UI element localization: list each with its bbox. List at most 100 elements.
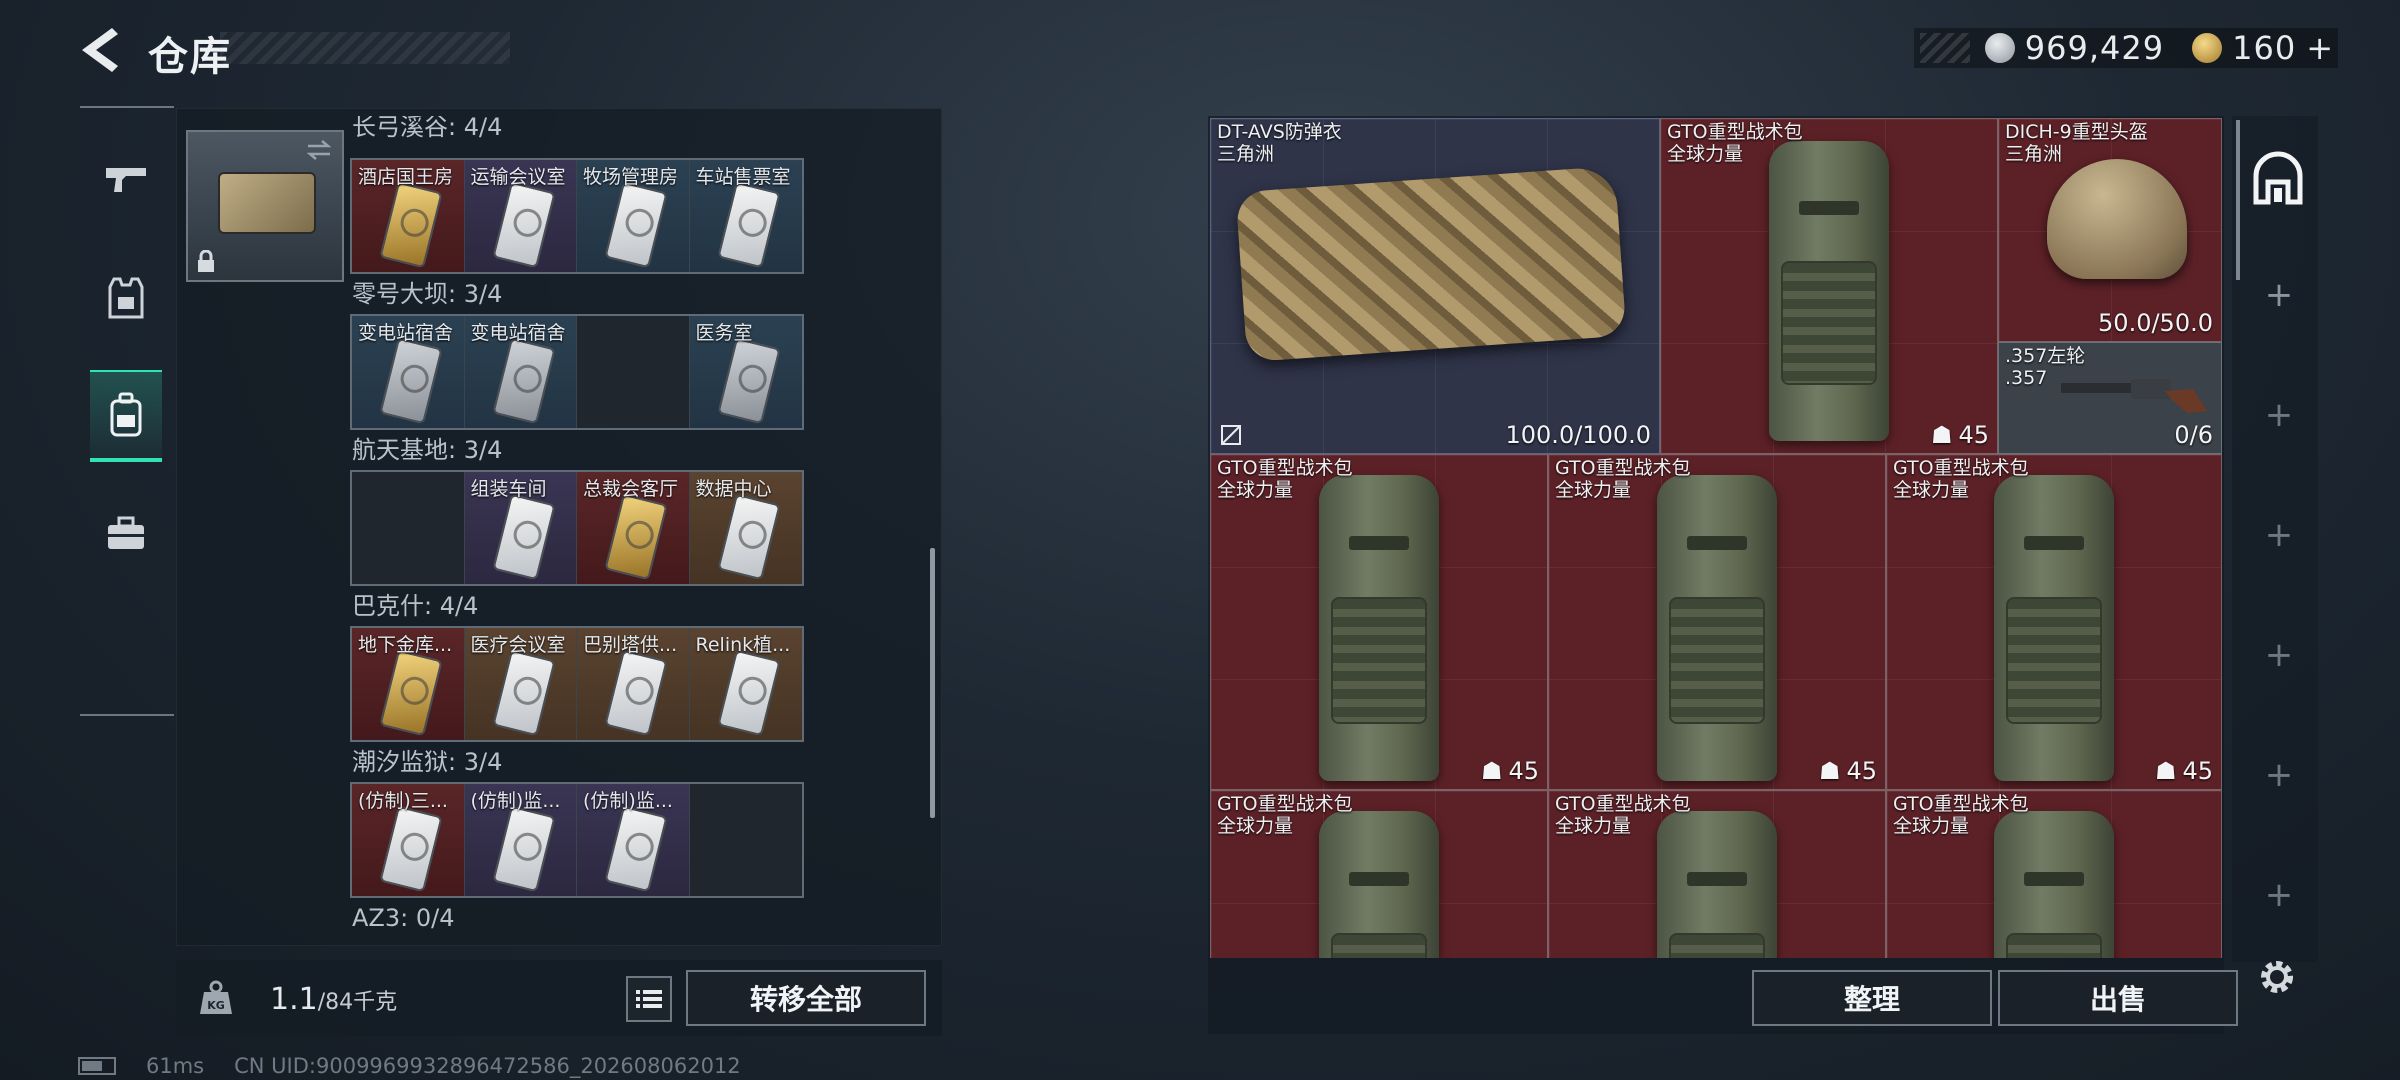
inventory-item[interactable]: GTO重型战术包 全球力量 ☗ 45	[1210, 454, 1548, 790]
capacity-icon: ☗	[1480, 757, 1503, 785]
carry-weight: 1.1/84千克	[270, 982, 397, 1017]
item-name: GTO重型战术包	[1217, 457, 1353, 479]
storage-tab-main[interactable]	[2248, 148, 2308, 208]
item-subtitle: 全球力量	[1555, 815, 1632, 837]
key-group-title: 零号大坝: 3/4	[352, 280, 503, 308]
item-name: GTO重型战术包	[1555, 457, 1691, 479]
item-capacity: 45	[1846, 757, 1877, 785]
key-slot[interactable]: 运输会议室	[464, 160, 577, 272]
key-slot[interactable]: (仿制)监...	[577, 784, 690, 896]
key-slot[interactable]: 牧场管理房	[577, 160, 690, 272]
backpack-image	[1319, 475, 1439, 781]
item-subtitle: 全球力量	[1667, 143, 1744, 165]
key-group-title: 长弓溪谷: 4/4	[352, 116, 503, 141]
add-storage-tab-button[interactable]: +	[2262, 878, 2296, 912]
key-slot[interactable]: 酒店国王房	[352, 160, 465, 272]
inventory-item[interactable]: GTO重型战术包 全球力量 ☗ 45	[1660, 118, 1998, 454]
item-name: GTO重型战术包	[1217, 793, 1353, 815]
inventory-item[interactable]: DT-AVS防弹衣 三角洲 100.0/100.0	[1210, 118, 1660, 454]
key-label: (仿制)三...	[358, 790, 448, 812]
key-label: 总裁会客厅	[583, 478, 679, 500]
keycard-image	[379, 181, 443, 269]
inventory-item[interactable]: GTO重型战术包 全球力量	[1548, 790, 1886, 958]
item-subtitle: 全球力量	[1217, 479, 1294, 501]
key-slot-empty[interactable]	[352, 472, 465, 584]
inventory-scrollbar[interactable]	[2236, 120, 2240, 280]
inventory-item[interactable]: GTO重型战术包 全球力量	[1886, 790, 2222, 958]
nav-item-backpacks[interactable]	[90, 370, 162, 462]
add-currency-button[interactable]: +	[2306, 29, 2334, 67]
key-slot[interactable]: 医务室	[689, 316, 802, 428]
key-group-title: 潮汐监狱: 3/4	[352, 748, 503, 776]
capacity-icon: ☗	[1930, 421, 1953, 449]
add-storage-tab-button[interactable]: +	[2262, 518, 2296, 552]
inventory-item[interactable]: DICH-9重型头盔 三角洲 50.0/50.0	[1998, 118, 2222, 342]
swap-icon[interactable]	[304, 138, 334, 162]
inventory-item[interactable]: .357左轮 .357 0/6	[1998, 342, 2222, 454]
key-group-title: 巴克什: 4/4	[352, 592, 479, 620]
armor-vest-image	[1235, 165, 1627, 363]
keycard-image	[716, 181, 781, 269]
keycard-image	[716, 649, 781, 737]
inventory-item[interactable]: GTO重型战术包 全球力量	[1210, 790, 1548, 958]
item-durability: 50.0/50.0	[2098, 309, 2213, 337]
weight-max: /84千克	[317, 990, 398, 1015]
backpack-image	[1657, 475, 1777, 781]
key-slot-empty[interactable]	[689, 784, 802, 896]
item-subtitle: 全球力量	[1893, 815, 1970, 837]
list-view-button[interactable]	[626, 976, 672, 1022]
key-group-title: 航天基地: 3/4	[352, 436, 503, 464]
item-name: DICH-9重型头盔	[2005, 121, 2148, 143]
gold-coin-icon	[2192, 33, 2223, 63]
item-subtitle: 全球力量	[1555, 479, 1632, 501]
transfer-all-button[interactable]: 转移全部	[686, 970, 926, 1026]
silver-currency-value: 969,429	[2024, 29, 2165, 67]
no-repair-icon	[1221, 425, 1241, 445]
key-slot[interactable]: 巴别塔供...	[577, 628, 690, 740]
key-case-thumbnail[interactable]	[186, 130, 344, 282]
add-storage-tab-button[interactable]: +	[2262, 398, 2296, 432]
key-slot[interactable]: (仿制)三...	[352, 784, 465, 896]
keycard-image	[604, 493, 668, 581]
uid-text: CN UID:9009969932896472586_202608062012	[234, 1054, 741, 1078]
backpack-image	[1769, 141, 1889, 441]
inventory-item[interactable]: GTO重型战术包 全球力量 ☗ 45	[1548, 454, 1886, 790]
page-title: 仓库	[148, 34, 232, 80]
inventory-item[interactable]: GTO重型战术包 全球力量 ☗ 45	[1886, 454, 2222, 790]
key-slot[interactable]: 总裁会客厅	[577, 472, 690, 584]
key-slot[interactable]: 医疗会议室	[464, 628, 577, 740]
status-line: 61ms CN UID:9009969932896472586_20260806…	[78, 1054, 741, 1078]
key-slot[interactable]: 变电站宿舍	[352, 316, 465, 428]
weight-current: 1.1	[270, 982, 318, 1017]
key-slot[interactable]: 组装车间	[464, 472, 577, 584]
key-case-image	[218, 172, 316, 234]
currency-stripe	[1920, 33, 1970, 63]
key-slot[interactable]: 变电站宿舍	[464, 316, 577, 428]
keycard-image	[379, 337, 443, 425]
key-slot[interactable]: (仿制)监...	[464, 784, 577, 896]
add-storage-tab-button[interactable]: +	[2262, 638, 2296, 672]
item-name: GTO重型战术包	[1893, 457, 2029, 479]
sell-button[interactable]: 出售	[1998, 970, 2238, 1026]
nav-item-equipment[interactable]	[90, 488, 162, 580]
key-group-list[interactable]: 长弓溪谷: 4/4 酒店国王房 运输会议室 牧场管理房 车站售票室 零号大坝: …	[350, 116, 910, 936]
key-slot[interactable]: 数据中心	[689, 472, 802, 584]
item-ammo: 0/6	[2174, 421, 2213, 449]
title-stripe	[220, 32, 510, 64]
key-slot-empty[interactable]	[577, 316, 690, 428]
key-label: 医疗会议室	[470, 634, 566, 656]
sort-button[interactable]: 整理	[1752, 970, 1992, 1026]
keycard-image	[491, 493, 556, 581]
settings-gear-icon[interactable]	[2254, 954, 2300, 1000]
keycard-image	[379, 649, 443, 737]
back-button[interactable]	[78, 24, 124, 76]
key-slot[interactable]: 车站售票室	[689, 160, 802, 272]
category-nav	[80, 106, 174, 716]
nav-item-weapons[interactable]	[90, 134, 162, 226]
nav-item-armor[interactable]	[90, 252, 162, 344]
add-storage-tab-button[interactable]: +	[2262, 278, 2296, 312]
add-storage-tab-button[interactable]: +	[2262, 758, 2296, 792]
key-list-scrollbar[interactable]	[930, 548, 935, 818]
key-slot[interactable]: 地下金库...	[352, 628, 465, 740]
key-slot[interactable]: Relink植...	[689, 628, 802, 740]
